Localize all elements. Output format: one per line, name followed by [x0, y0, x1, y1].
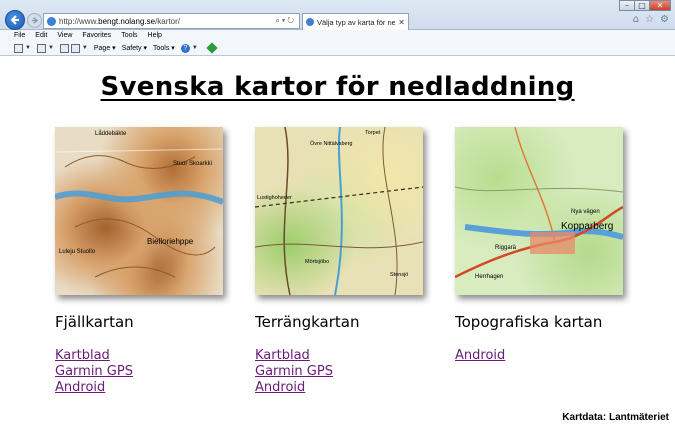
thumb-label: Nya vägen — [571, 209, 600, 215]
map-card-title: Fjällkartan — [55, 313, 134, 331]
help-icon[interactable]: ? — [180, 43, 190, 53]
chevron-down-icon[interactable]: ▼ — [192, 45, 198, 51]
menu-help[interactable]: Help — [148, 32, 162, 39]
tools-menu[interactable]: Tools ▾ — [153, 44, 175, 52]
menu-favorites[interactable]: Favorites — [82, 32, 111, 39]
map-card-terrangkartan: Övre Nittälvsberg Torpet Lustighoheder M… — [255, 127, 455, 396]
topografiska-thumbnail[interactable]: Kopparberg Riggarä Herrhagen Nya vägen — [455, 127, 623, 295]
thumb-label: Kopparberg — [561, 221, 614, 232]
map-card-topografiska: Kopparberg Riggarä Herrhagen Nya vägen T… — [455, 127, 655, 364]
safety-menu[interactable]: Safety ▾ — [122, 44, 147, 52]
arrow-right-icon — [31, 17, 39, 24]
tab-close-icon[interactable]: ✕ — [398, 18, 405, 27]
tab-active[interactable]: Välja typ av karta för nedlad... ✕ — [302, 13, 409, 30]
minimize-icon[interactable]: – — [619, 0, 635, 11]
fjallkartan-thumbnail[interactable]: Låddebäkte Stuor Skoarkki Bielloriehppe … — [55, 127, 223, 295]
settings-gear-icon[interactable]: ⚙ — [660, 14, 669, 25]
address-bar[interactable]: http://www. bengt.nolang.se/kartor/ ⌕▾↻ — [43, 13, 300, 29]
thumb-label: Övre Nittälvsberg — [310, 141, 353, 147]
addon-icon[interactable] — [206, 42, 218, 54]
menu-bar: File Edit View Favorites Tools Help — [0, 30, 675, 41]
terrangkartan-thumbnail[interactable]: Övre Nittälvsberg Torpet Lustighoheder M… — [255, 127, 423, 295]
terrangkartan-map-art — [255, 127, 423, 295]
thumb-label: Lustighoheder — [257, 195, 292, 201]
favorites-star-icon[interactable]: ☆ — [645, 14, 654, 25]
chevron-down-icon[interactable]: ▼ — [82, 45, 88, 51]
page-menu[interactable]: Page ▾ — [94, 44, 116, 52]
thumb-label: Låddebäkte — [95, 131, 127, 137]
map-card-links: Android — [455, 348, 655, 364]
menu-view[interactable]: View — [57, 32, 72, 39]
close-window-icon[interactable]: ✕ — [649, 0, 671, 11]
maximize-icon[interactable]: □ — [634, 0, 650, 11]
link-garmin-gps[interactable]: Garmin GPS — [55, 364, 255, 380]
link-android[interactable]: Android — [255, 380, 455, 396]
command-bar: ▼ ▼ ▼ Page ▾ Safety ▾ Tools ▾ ? ▼ — [0, 41, 675, 56]
back-button[interactable] — [5, 10, 25, 30]
map-card-links: Kartblad Garmin GPS Android — [255, 348, 455, 396]
link-garmin-gps[interactable]: Garmin GPS — [255, 364, 455, 380]
home-page-icon[interactable] — [14, 43, 23, 53]
thumb-label: Stensjö — [390, 272, 409, 278]
print-icon[interactable] — [70, 43, 80, 53]
page-title: Svenska kartor för nedladdning — [100, 72, 575, 102]
feeds-icon[interactable] — [36, 43, 46, 53]
address-tools-icon[interactable]: ⌕▾↻ — [275, 16, 296, 26]
address-url-prefix: http://www. — [59, 16, 99, 26]
thumb-label: Torpet — [365, 130, 381, 136]
window-controls: – □ ✕ — [619, 0, 671, 11]
browser-titlebar: http://www. bengt.nolang.se/kartor/ ⌕▾↻ V… — [0, 0, 675, 30]
browser-right-icons: ⌂ ☆ ⚙ — [633, 14, 669, 25]
link-kartblad[interactable]: Kartblad — [55, 348, 255, 364]
fjallkartan-map-art — [55, 148, 223, 278]
page-menu-label: Page — [93, 45, 111, 52]
map-card-fjallkartan: Låddebäkte Stuor Skoarkki Bielloriehppe … — [55, 127, 255, 396]
home-icon[interactable]: ⌂ — [633, 14, 639, 25]
link-android[interactable]: Android — [55, 380, 255, 396]
thumb-label: Luleju Stuollo — [59, 249, 96, 255]
thumb-label: Herrhagen — [475, 274, 504, 280]
thumb-label: Riggarä — [495, 245, 517, 251]
map-card-links: Kartblad Garmin GPS Android — [55, 348, 255, 396]
chevron-down-icon[interactable]: ▼ — [25, 45, 31, 51]
link-kartblad[interactable]: Kartblad — [255, 348, 455, 364]
address-url-host: bengt.nolang.se — [98, 16, 156, 26]
mail-icon[interactable] — [59, 43, 69, 53]
thumb-label: Stuor Skoarkki — [173, 161, 213, 167]
menu-file[interactable]: File — [14, 32, 25, 39]
safety-menu-label: Safety — [121, 45, 142, 52]
site-favicon-icon — [47, 16, 56, 26]
arrow-left-icon — [10, 15, 19, 25]
address-url-suffix: /kartor/ — [155, 16, 180, 26]
tab-favicon-icon — [306, 18, 314, 26]
tools-menu-label: Tools — [153, 45, 170, 52]
map-card-title: Topografiska kartan — [455, 313, 603, 331]
thumb-label: Mörtsjöbo — [305, 259, 330, 265]
forward-button[interactable] — [27, 13, 42, 28]
menu-edit[interactable]: Edit — [35, 32, 47, 39]
chevron-down-icon[interactable]: ▼ — [48, 45, 54, 51]
link-android[interactable]: Android — [455, 348, 655, 364]
thumb-label: Bielloriehppe — [147, 237, 194, 246]
map-data-credit: Kartdata: Lantmäteriet — [562, 412, 669, 423]
tab-title: Välja typ av karta för nedlad... — [317, 17, 396, 27]
menu-tools[interactable]: Tools — [121, 32, 137, 39]
map-card-title: Terrängkartan — [255, 313, 360, 331]
